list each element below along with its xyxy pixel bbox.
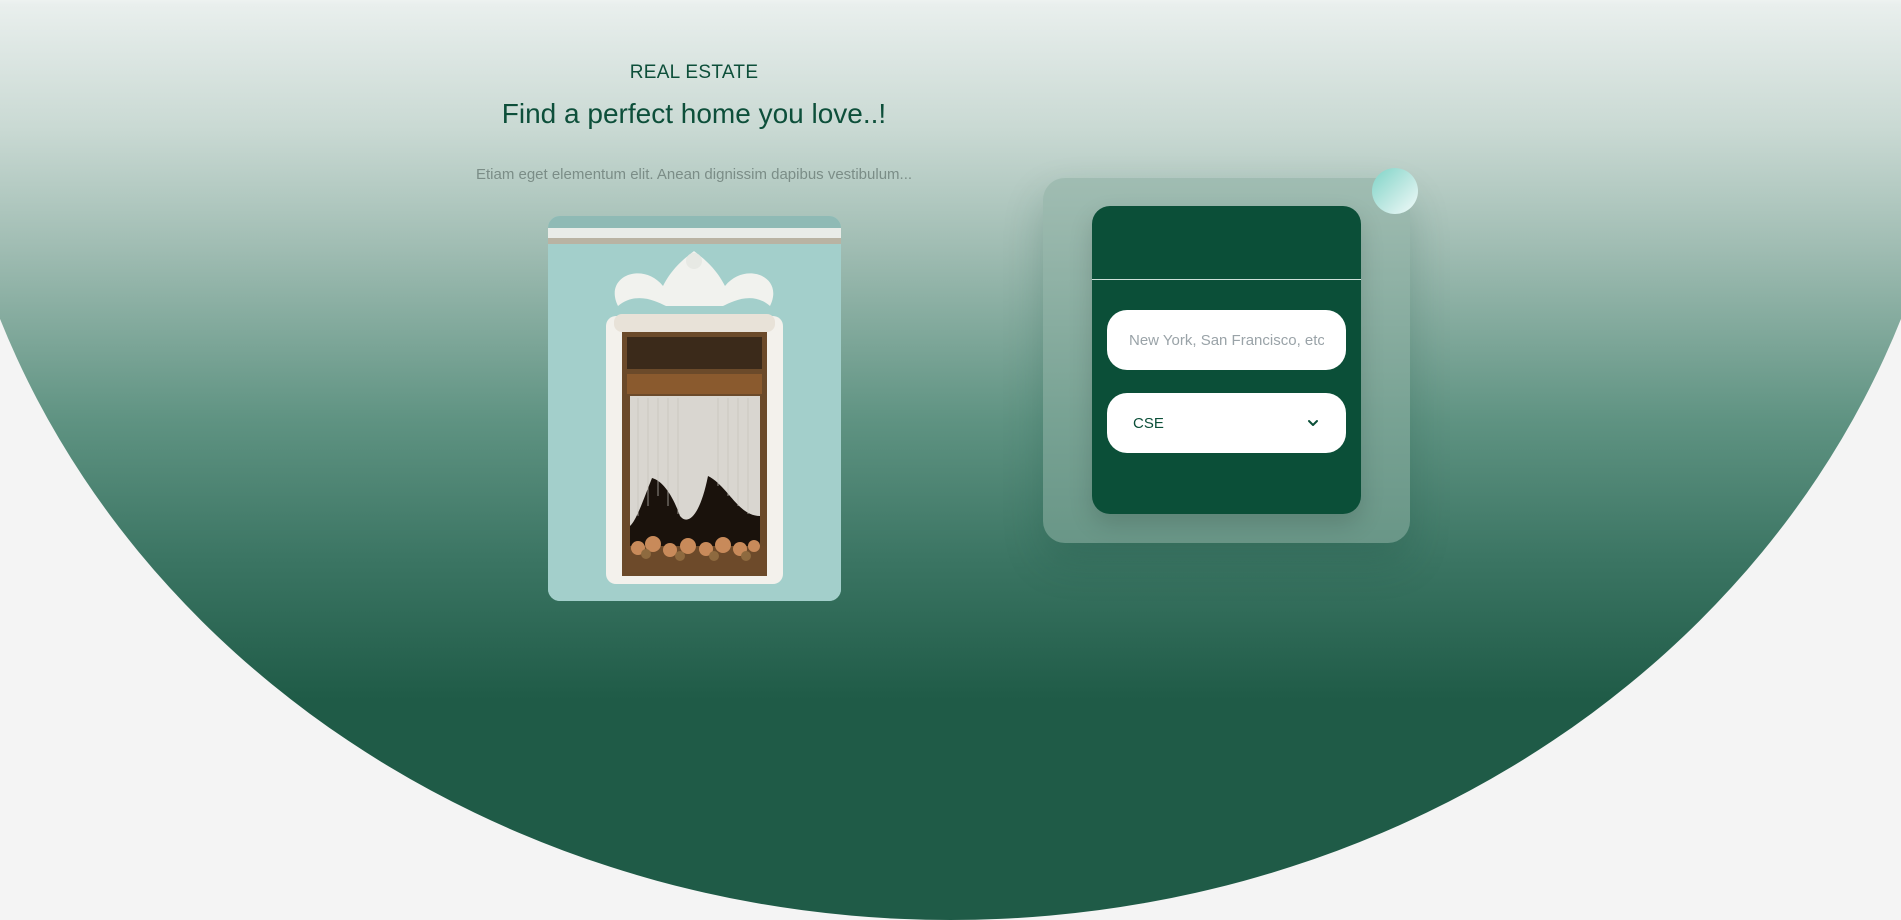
search-panel: CSE — [1092, 206, 1361, 514]
property-type-select[interactable]: CSE — [1107, 393, 1346, 453]
house-window-photo — [548, 216, 841, 601]
page-title: Find a perfect home you love..! — [501, 98, 887, 129]
location-input[interactable] — [1107, 310, 1346, 370]
panel-divider — [1092, 279, 1361, 280]
decorative-bubble — [1372, 168, 1418, 214]
eyebrow-label: REAL ESTATE — [629, 62, 759, 83]
background-arc — [0, 0, 1901, 920]
property-type-value: CSE — [1133, 414, 1164, 432]
chevron-down-icon — [1306, 416, 1320, 430]
